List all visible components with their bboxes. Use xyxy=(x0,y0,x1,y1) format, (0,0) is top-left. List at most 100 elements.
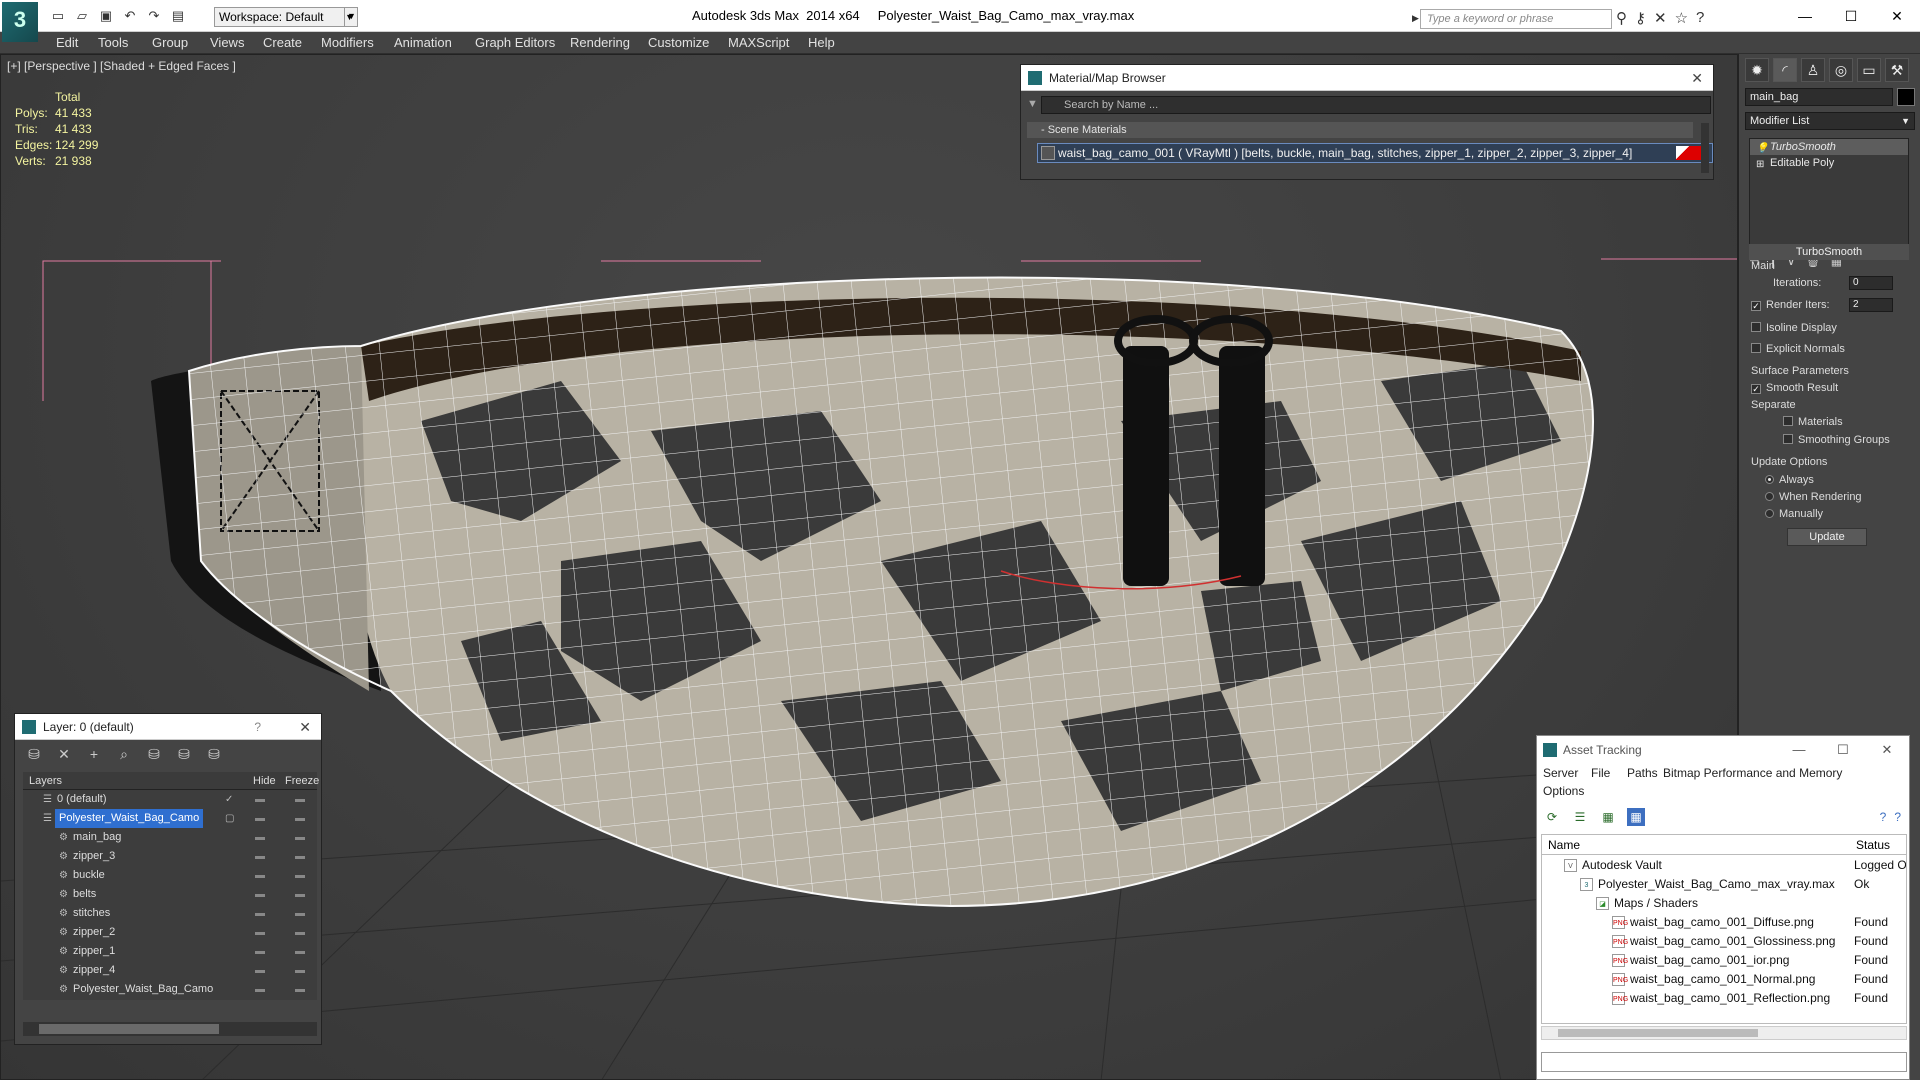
maximize-icon[interactable]: ☐ xyxy=(1828,0,1874,32)
viewport-label[interactable]: [+] [Perspective ] [Shaded + Edged Faces… xyxy=(7,59,236,73)
material-entry[interactable]: waist_bag_camo_001 ( VRayMtl ) [belts, b… xyxy=(1037,143,1713,163)
menu-create[interactable]: Create xyxy=(263,35,302,50)
asset-row-texture[interactable]: PNG waist_bag_camo_001_ior.png Found xyxy=(1542,951,1906,970)
menu-views[interactable]: Views xyxy=(210,35,244,50)
update-button[interactable]: Update xyxy=(1787,528,1867,546)
asset-row-vault[interactable]: V Autodesk Vault Logged Ou xyxy=(1542,856,1906,875)
hide-toggle[interactable]: ▬ xyxy=(255,885,265,904)
filter-icon[interactable]: ▼ xyxy=(1027,98,1038,110)
asset-horizontal-scrollbar[interactable] xyxy=(1541,1026,1907,1040)
layer-object-row[interactable]: ⚙ Polyester_Waist_Bag_Camo ▬ ▬ xyxy=(23,980,317,999)
material-browser-titlebar[interactable]: Material/Map Browser ✕ xyxy=(1021,65,1713,91)
freeze-toggle[interactable]: ▬ xyxy=(295,980,305,999)
asset-row-texture[interactable]: PNG waist_bag_camo_001_Reflection.png Foun… xyxy=(1542,989,1906,1008)
iterations-spinner[interactable]: 0 xyxy=(1849,276,1893,290)
open-file-icon[interactable]: ▱ xyxy=(72,7,92,25)
add-to-layer-icon[interactable]: + xyxy=(83,744,105,764)
layer-row-polyester-waist-bag-camo[interactable]: ☰ Polyester_Waist_Bag_Camo ▢ ▬ ▬ xyxy=(23,809,317,828)
undo-icon[interactable]: ↶ xyxy=(120,7,140,25)
freeze-toggle[interactable]: ▬ xyxy=(295,847,305,866)
hide-toggle[interactable]: ▬ xyxy=(255,866,265,885)
hide-toggle[interactable]: ▬ xyxy=(255,923,265,942)
hide-toggle[interactable]: ▬ xyxy=(255,847,265,866)
toolbar-overflow-icon[interactable]: ▼ xyxy=(344,7,358,27)
exchange-icon[interactable]: ✕ xyxy=(1654,9,1667,27)
object-color-swatch[interactable] xyxy=(1897,88,1915,106)
workspace-dropdown[interactable]: Workspace: Default ▼ xyxy=(214,7,358,27)
freeze-column-header[interactable]: Freeze xyxy=(285,772,319,790)
hierarchy-tab-icon[interactable]: ♙ xyxy=(1801,58,1825,82)
menu-maxscript[interactable]: MAXScript xyxy=(728,35,789,50)
asset-menu-paths[interactable]: Paths xyxy=(1627,766,1658,780)
minimize-icon[interactable]: — xyxy=(1782,0,1828,32)
star-icon[interactable]: ☆ xyxy=(1675,9,1688,27)
key-icon[interactable]: ⚷ xyxy=(1635,9,1646,27)
asset-row-texture[interactable]: PNG waist_bag_camo_001_Normal.png Found xyxy=(1542,970,1906,989)
asset-menu-options[interactable]: Options xyxy=(1543,784,1584,798)
explicit-normals-checkbox[interactable] xyxy=(1751,343,1761,353)
close-icon[interactable]: ✕ xyxy=(1691,65,1703,91)
freeze-toggle[interactable]: ▬ xyxy=(295,790,305,809)
modifier-list-dropdown[interactable]: Modifier List ▼ xyxy=(1745,112,1915,130)
menu-modifiers[interactable]: Modifiers xyxy=(321,35,374,50)
scrollbar-thumb[interactable] xyxy=(1558,1029,1758,1037)
asset-path-field[interactable] xyxy=(1541,1052,1907,1072)
layer-manager-titlebar[interactable]: Layer: 0 (default) ? ✕ xyxy=(15,714,321,740)
new-file-icon[interactable]: ▭ xyxy=(48,7,68,25)
asset-row-texture[interactable]: PNG waist_bag_camo_001_Glossiness.png Foun… xyxy=(1542,932,1906,951)
help-icon[interactable]: ? xyxy=(254,714,261,740)
stack-item-turbosmooth[interactable]: 💡 TurboSmooth xyxy=(1750,139,1908,155)
minimize-icon[interactable]: — xyxy=(1777,736,1821,764)
freeze-toggle[interactable]: ▬ xyxy=(295,961,305,980)
refresh-icon[interactable]: ⟳ xyxy=(1543,808,1561,826)
freeze-toggle[interactable]: ▬ xyxy=(295,828,305,847)
hide-toggle[interactable]: ▬ xyxy=(255,790,265,809)
layer-horizontal-scrollbar[interactable] xyxy=(23,1022,317,1036)
list-view-icon[interactable]: ☰ xyxy=(1571,808,1589,826)
project-folder-icon[interactable]: ▤ xyxy=(168,7,188,25)
asset-tracking-titlebar[interactable]: Asset Tracking — ☐ ✕ xyxy=(1537,736,1909,764)
layer-object-row[interactable]: ⚙ stitches ▬ ▬ xyxy=(23,904,317,923)
context-help-icon[interactable]: ? xyxy=(1894,810,1901,824)
asset-row-maps-shaders[interactable]: ◪ Maps / Shaders xyxy=(1542,894,1906,913)
app-logo-button[interactable]: 3 xyxy=(2,2,38,42)
render-iters-checkbox[interactable]: ✓ xyxy=(1751,301,1761,311)
expand-search-icon[interactable]: ▶ xyxy=(1412,13,1419,24)
help-icon[interactable]: ? xyxy=(1880,810,1887,824)
freeze-toggle[interactable]: ▬ xyxy=(295,942,305,961)
scrollbar-thumb[interactable] xyxy=(39,1024,219,1034)
thumbnail-view-icon[interactable]: ▦ xyxy=(1599,808,1617,826)
binoculars-icon[interactable]: ⚲ xyxy=(1616,9,1627,27)
menu-graph-editors[interactable]: Graph Editors xyxy=(475,35,555,50)
search-input[interactable]: Type a keyword or phrase xyxy=(1420,9,1612,29)
always-radio[interactable] xyxy=(1765,475,1774,484)
hide-toggle[interactable]: ▬ xyxy=(255,809,265,828)
menu-animation[interactable]: Animation xyxy=(394,35,452,50)
material-browser-scrollbar[interactable] xyxy=(1701,123,1709,173)
layer-object-row[interactable]: ⚙ zipper_3 ▬ ▬ xyxy=(23,847,317,866)
close-icon[interactable]: ✕ xyxy=(299,714,311,740)
when-rendering-radio[interactable] xyxy=(1765,492,1774,501)
asset-row-scene-file[interactable]: 3 Polyester_Waist_Bag_Camo_max_vray.max Ok xyxy=(1542,875,1906,894)
motion-tab-icon[interactable]: ◎ xyxy=(1829,58,1853,82)
menu-group[interactable]: Group xyxy=(152,35,188,50)
display-tab-icon[interactable]: ▭ xyxy=(1857,58,1881,82)
create-layer-icon[interactable]: ⛁ xyxy=(23,744,45,764)
turbosmooth-rollout-header[interactable]: TurboSmooth xyxy=(1749,244,1909,260)
hide-all-icon[interactable]: ⛁ xyxy=(173,744,195,764)
hide-toggle[interactable]: ▬ xyxy=(255,828,265,847)
scene-materials-group[interactable]: - Scene Materials xyxy=(1027,122,1693,138)
layer-object-row[interactable]: ⚙ zipper_2 ▬ ▬ xyxy=(23,923,317,942)
menu-help[interactable]: Help xyxy=(808,35,835,50)
freeze-toggle[interactable]: ▬ xyxy=(295,809,305,828)
stack-item-editable-poly[interactable]: ⊞ Editable Poly xyxy=(1750,155,1908,171)
smoothing-groups-checkbox[interactable] xyxy=(1783,434,1793,444)
menu-tools[interactable]: Tools xyxy=(98,35,128,50)
table-view-icon[interactable]: ▦ xyxy=(1627,808,1645,826)
maximize-icon[interactable]: ☐ xyxy=(1821,736,1865,764)
material-search-input[interactable]: Search by Name ... xyxy=(1041,96,1711,114)
menu-customize[interactable]: Customize xyxy=(648,35,709,50)
expand-plus-icon[interactable]: ⊞ xyxy=(1756,157,1764,173)
menu-edit[interactable]: Edit xyxy=(56,35,78,50)
isoline-checkbox[interactable] xyxy=(1751,322,1761,332)
